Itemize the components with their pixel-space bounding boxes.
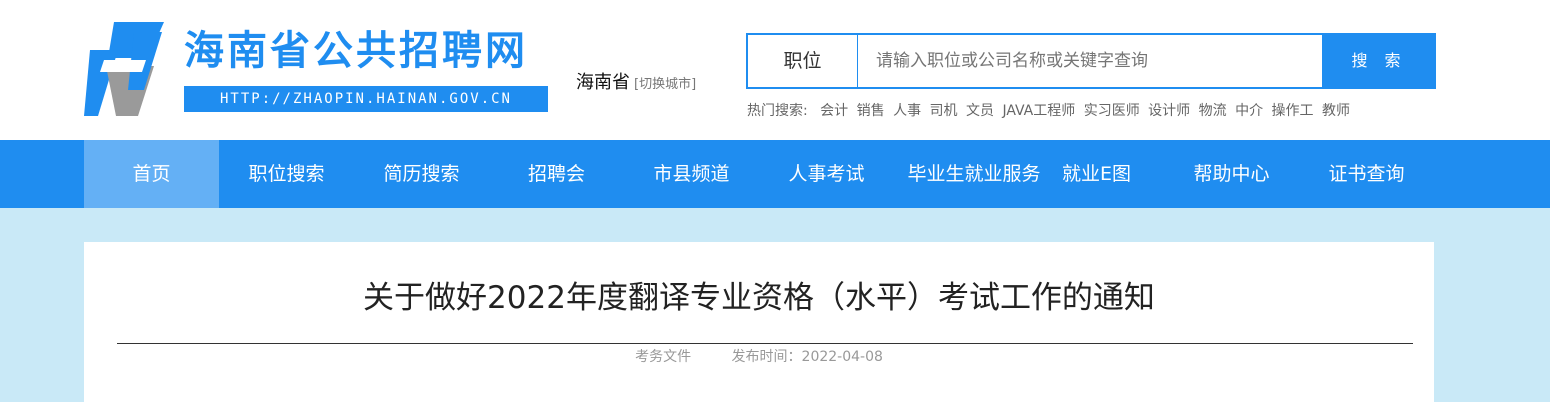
hot-search-item[interactable]: 操作工 bbox=[1272, 103, 1314, 119]
hot-search-item[interactable]: 文员 bbox=[966, 103, 994, 119]
nav-item-employment-map[interactable]: 就业E图 bbox=[1029, 140, 1164, 208]
hot-search-item[interactable]: 设计师 bbox=[1148, 103, 1190, 119]
nav-item-job-fair[interactable]: 招聘会 bbox=[489, 140, 624, 208]
article-panel: 关于做好2022年度翻译专业资格（水平）考试工作的通知 考务文件 发布时间：20… bbox=[84, 242, 1434, 402]
article-category: 考务文件 bbox=[635, 349, 692, 365]
hot-search-item[interactable]: 教师 bbox=[1322, 103, 1350, 119]
search-box: 职位 搜 索 bbox=[746, 33, 1436, 89]
hot-search-item[interactable]: JAVA工程师 bbox=[1002, 103, 1075, 119]
article-title: 关于做好2022年度翻译专业资格（水平）考试工作的通知 bbox=[363, 280, 1155, 316]
search-input[interactable] bbox=[858, 35, 1320, 87]
search-button[interactable]: 搜 索 bbox=[1322, 33, 1436, 89]
site-header: 海南省公共招聘网 HTTP://ZHAOPIN.HAINAN.GOV.CN 海南… bbox=[0, 0, 1550, 140]
switch-city-link[interactable]: [切换城市] bbox=[634, 77, 696, 92]
search-category-select[interactable]: 职位 bbox=[748, 35, 858, 87]
hot-search: 热门搜索: 会计 销售 人事 司机 文员 JAVA工程师 实习医师 设计师 物流… bbox=[747, 100, 1354, 120]
hot-search-item[interactable]: 实习医师 bbox=[1084, 103, 1140, 119]
article-publish-time: 发布时间：2022-04-08 bbox=[731, 349, 883, 365]
nav-item-county-channel[interactable]: 市县频道 bbox=[624, 140, 759, 208]
title-divider bbox=[117, 343, 1413, 344]
hot-search-label: 热门搜索: bbox=[747, 103, 808, 119]
nav-item-help-center[interactable]: 帮助中心 bbox=[1164, 140, 1299, 208]
hot-search-item[interactable]: 司机 bbox=[930, 103, 958, 119]
article-meta: 考务文件 发布时间：2022-04-08 bbox=[84, 346, 1434, 366]
site-url: HTTP://ZHAOPIN.HAINAN.GOV.CN bbox=[184, 86, 548, 112]
nav-item-job-search[interactable]: 职位搜索 bbox=[219, 140, 354, 208]
hot-search-item[interactable]: 物流 bbox=[1199, 103, 1227, 119]
nav-item-personnel-exam[interactable]: 人事考试 bbox=[759, 140, 894, 208]
h-logo-icon[interactable] bbox=[84, 20, 168, 118]
hot-search-item[interactable]: 中介 bbox=[1235, 103, 1263, 119]
nav-item-home[interactable]: 首页 bbox=[84, 140, 219, 208]
site-title[interactable]: 海南省公共招聘网 bbox=[184, 26, 528, 76]
nav-item-resume-search[interactable]: 简历搜索 bbox=[354, 140, 489, 208]
current-city: 海南省 bbox=[576, 72, 630, 93]
hot-search-item[interactable]: 人事 bbox=[893, 103, 921, 119]
city-selector: 海南省 [切换城市] bbox=[576, 68, 696, 94]
hot-search-item[interactable]: 会计 bbox=[820, 103, 848, 119]
main-nav: 首页 职位搜索 简历搜索 招聘会 市县频道 人事考试 毕业生就业服务 就业E图 … bbox=[0, 140, 1550, 208]
hot-search-item[interactable]: 销售 bbox=[857, 103, 885, 119]
nav-item-certificate-query[interactable]: 证书查询 bbox=[1299, 140, 1434, 208]
